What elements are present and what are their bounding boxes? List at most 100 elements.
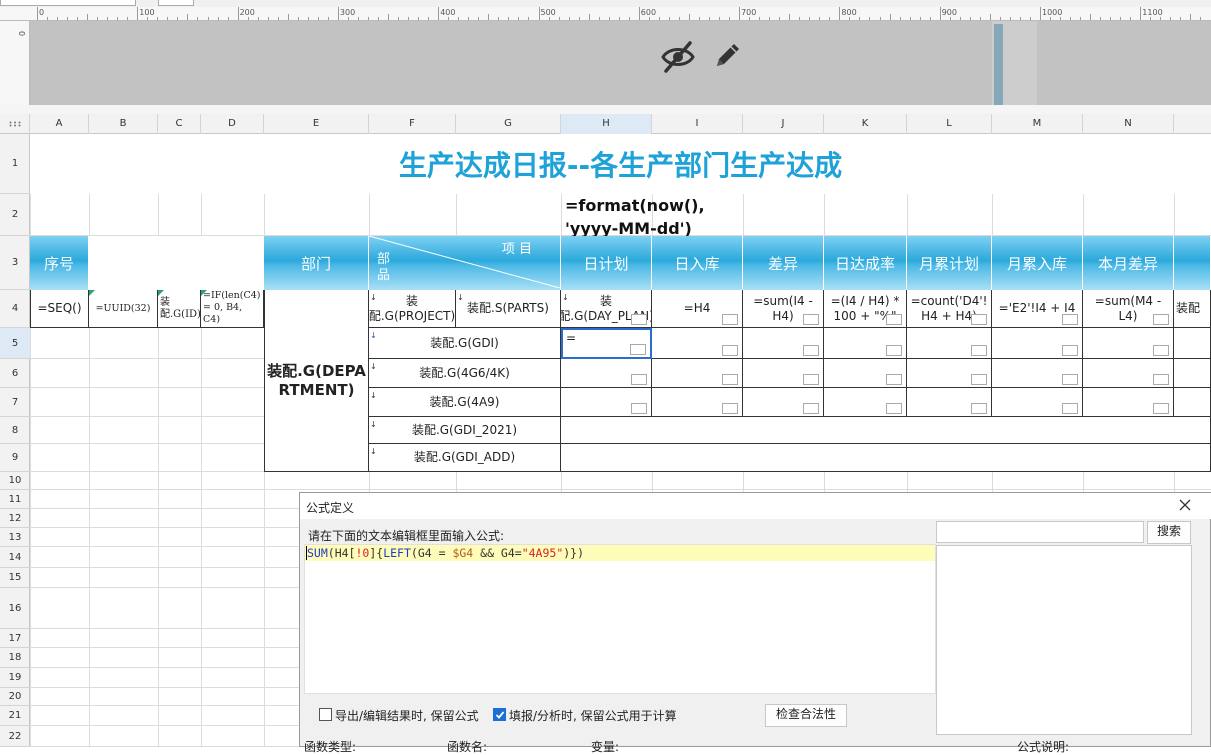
data-cell[interactable]: [652, 359, 743, 388]
header-day-plan[interactable]: 日计划: [561, 236, 652, 290]
data-cell[interactable]: [824, 388, 907, 417]
cell-edit-box[interactable]: [630, 344, 646, 355]
column-header[interactable]: E: [264, 114, 369, 134]
data-cell[interactable]: [1174, 388, 1211, 417]
header-extra[interactable]: [1174, 236, 1211, 290]
group-row-gdi[interactable]: ↓装配.G(GDI): [369, 328, 561, 359]
data-cell[interactable]: [743, 328, 824, 359]
report-header-area[interactable]: [30, 21, 1211, 105]
row-header[interactable]: 7: [0, 388, 30, 417]
eye-slash-icon[interactable]: [660, 39, 696, 75]
row-header[interactable]: 15: [0, 568, 30, 588]
column-header[interactable]: F: [369, 114, 456, 134]
header-month-plan[interactable]: 月累计划: [907, 236, 992, 290]
select-all-corner[interactable]: [0, 114, 30, 134]
cell-edit-box[interactable]: [1153, 374, 1169, 385]
data-cell[interactable]: [652, 328, 743, 359]
row-header[interactable]: 10: [0, 472, 30, 490]
row-header[interactable]: 4: [0, 290, 30, 328]
row-header[interactable]: 20: [0, 688, 30, 706]
column-header[interactable]: B: [89, 114, 158, 134]
keep-formula-export-checkbox[interactable]: [319, 708, 332, 721]
row-header[interactable]: 6: [0, 359, 30, 388]
header-day-in[interactable]: 日入库: [652, 236, 743, 290]
column-header[interactable]: D: [201, 114, 264, 134]
data-cell[interactable]: [561, 359, 652, 388]
row-header[interactable]: 1: [0, 134, 30, 194]
data-cell[interactable]: [1083, 328, 1174, 359]
formula-dialog[interactable]: 公式定义 请在下面的文本编辑框里面输入公式: SUM(H4[!0]{LEFT(G…: [299, 492, 1211, 747]
cell-edit-box[interactable]: [971, 345, 987, 356]
row-header[interactable]: 9: [0, 444, 30, 472]
cell-edit-box[interactable]: [971, 374, 987, 385]
group-row-4a9[interactable]: ↓装配.G(4A9): [369, 388, 561, 417]
keep-formula-fill-label[interactable]: 填报/分析时, 保留公式用于计算: [509, 707, 677, 724]
keep-formula-fill-checkbox[interactable]: [493, 708, 506, 721]
formula-text[interactable]: SUM(H4[!0]{LEFT(G4 = $G4 && G4="4A95")}): [307, 546, 584, 560]
cell-d4[interactable]: =IF(len(C4) = 0, B4, C4): [201, 290, 264, 328]
header-month-diff[interactable]: 本月差异: [1083, 236, 1174, 290]
department-cell[interactable]: 装配.G(DEPARTMENT): [264, 290, 369, 472]
row-header[interactable]: 12: [0, 509, 30, 528]
cell-o4[interactable]: 装配: [1174, 290, 1211, 328]
data-cell[interactable]: [907, 388, 992, 417]
row-header[interactable]: 21: [0, 706, 30, 726]
column-header[interactable]: J: [743, 114, 824, 134]
data-cell[interactable]: [907, 328, 992, 359]
row-header[interactable]: 2: [0, 194, 30, 236]
active-cell-h5[interactable]: =: [561, 328, 652, 359]
cell-b4[interactable]: =UUID(32): [89, 290, 158, 328]
cell-edit-box[interactable]: [631, 314, 647, 325]
cell-edit-box[interactable]: [631, 374, 647, 385]
data-cell[interactable]: [652, 388, 743, 417]
cell-edit-box[interactable]: [722, 403, 738, 414]
header-blank-b[interactable]: [89, 236, 264, 290]
dialog-titlebar[interactable]: 公式定义: [300, 493, 1211, 519]
data-cell[interactable]: [1083, 359, 1174, 388]
cell-edit-box[interactable]: [1153, 345, 1169, 356]
cell-edit-box[interactable]: [1062, 314, 1078, 325]
font-name-field[interactable]: [0, 0, 136, 6]
cell-edit-box[interactable]: [1153, 314, 1169, 325]
data-cell[interactable]: [992, 388, 1083, 417]
cell-h4[interactable]: ↓装配.G(DAY_PLAN): [561, 290, 652, 328]
group-row-gdi-add[interactable]: ↓装配.G(GDI_ADD): [369, 444, 561, 472]
cell-edit-box[interactable]: [886, 374, 902, 385]
data-cell[interactable]: [743, 359, 824, 388]
cell-edit-box[interactable]: [971, 403, 987, 414]
cell-g4[interactable]: ↓装配.S(PARTS): [456, 290, 561, 328]
cell-l4[interactable]: =count('D4'! H4 + H4): [907, 290, 992, 328]
group-row-gdi-2021[interactable]: ↓装配.G(GDI_2021): [369, 417, 561, 444]
data-cell[interactable]: [992, 328, 1083, 359]
column-header[interactable]: H: [561, 114, 652, 134]
column-header[interactable]: C: [158, 114, 201, 134]
cell-edit-box[interactable]: [971, 314, 987, 325]
row-header[interactable]: 22: [0, 726, 30, 747]
data-cell[interactable]: [1174, 328, 1211, 359]
data-cell[interactable]: [561, 388, 652, 417]
data-cell[interactable]: [824, 359, 907, 388]
cell-n4[interactable]: =sum(M4 - L4): [1083, 290, 1174, 328]
cell-edit-box[interactable]: [722, 314, 738, 325]
column-header[interactable]: I: [652, 114, 743, 134]
header-item-part[interactable]: 项 目 部 品: [369, 236, 561, 290]
row-header[interactable]: 17: [0, 629, 30, 648]
row-header[interactable]: 13: [0, 528, 30, 547]
function-search-input[interactable]: [936, 521, 1144, 543]
header-resize-handle[interactable]: [994, 24, 1003, 105]
column-header[interactable]: K: [824, 114, 907, 134]
row-header[interactable]: 18: [0, 648, 30, 668]
cell-edit-box[interactable]: [803, 345, 819, 356]
cell-a4[interactable]: =SEQ(): [30, 290, 89, 328]
function-list-panel[interactable]: [936, 545, 1192, 735]
pencil-icon[interactable]: [712, 39, 744, 71]
header-month-in[interactable]: 月累入库: [992, 236, 1083, 290]
date-formula-cell[interactable]: =format(now(), 'yyyy-MM-dd'): [561, 194, 743, 236]
column-header[interactable]: M: [992, 114, 1083, 134]
header-seq[interactable]: 序号: [30, 236, 89, 290]
cell-i4[interactable]: =H4: [652, 290, 743, 328]
cell-edit-box[interactable]: [631, 403, 647, 414]
keep-formula-export-label[interactable]: 导出/编辑结果时, 保留公式: [335, 707, 479, 724]
cell-m4[interactable]: ='E2'!I4 + I4: [992, 290, 1083, 328]
cell-edit-box[interactable]: [886, 345, 902, 356]
